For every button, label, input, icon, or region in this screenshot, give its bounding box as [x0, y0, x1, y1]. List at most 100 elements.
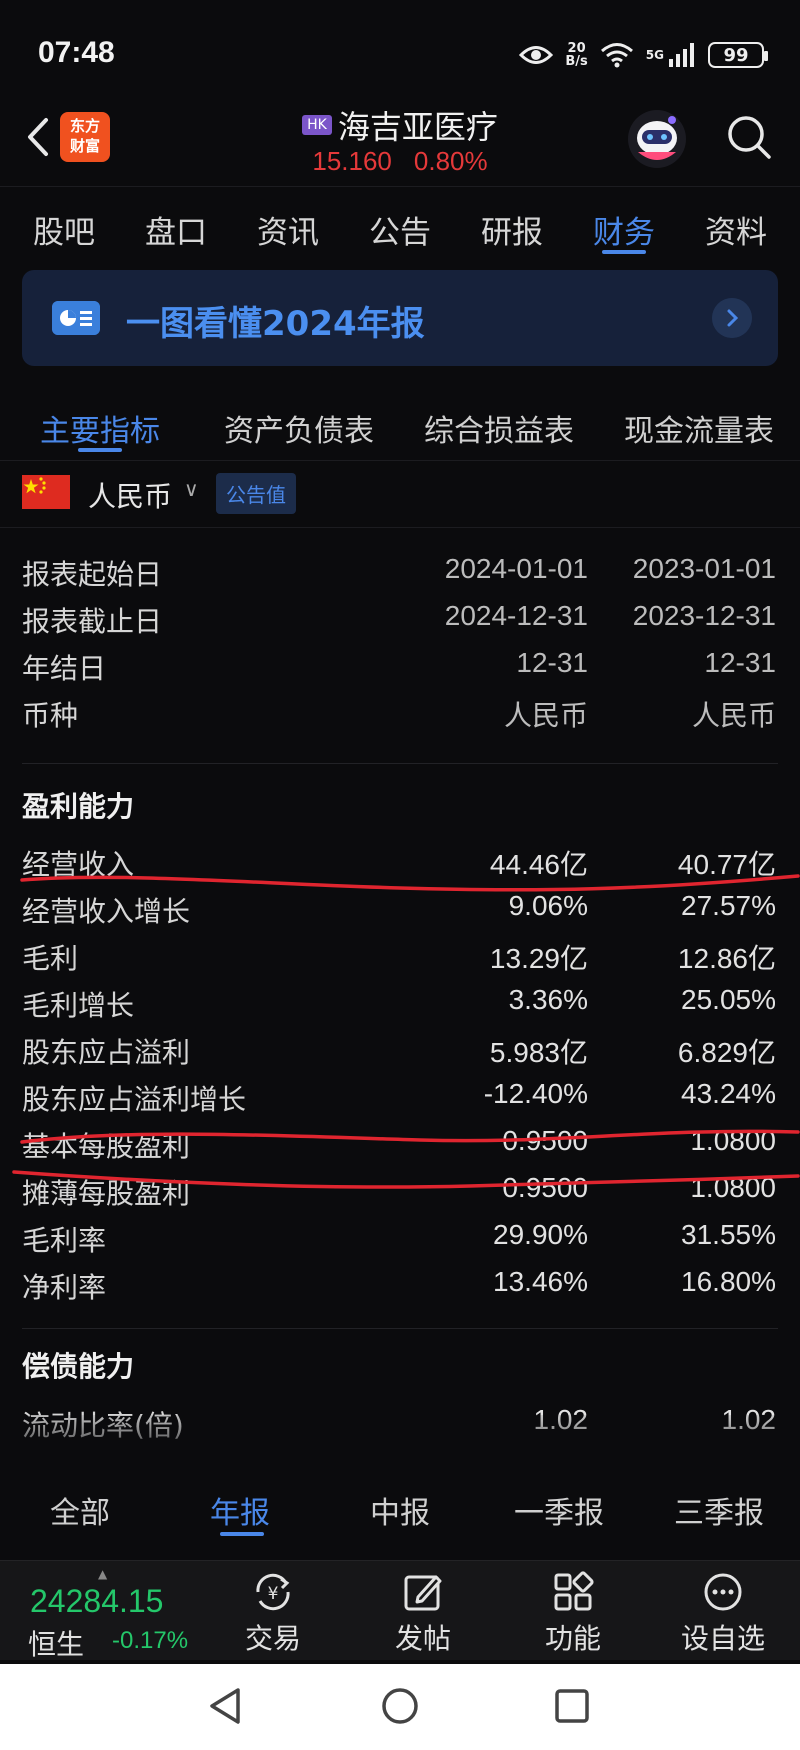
table-row: 毛利率 29.90% 31.55% — [0, 1211, 800, 1263]
grid-apps-icon — [554, 1571, 594, 1611]
row-label: 币种 — [22, 699, 79, 732]
bottom-toolbar: ▲ 24284.15 恒生 -0.17% ¥ 交易 发帖 功能 设自选 — [0, 1560, 800, 1661]
row-value-2023: 2023-12-31 — [632, 600, 776, 631]
row-value-2023: 人民币 — [691, 700, 776, 731]
more-dots-icon — [704, 1573, 742, 1611]
row-value-2024: 29.90% — [493, 1219, 588, 1250]
market-badge: HK — [302, 115, 332, 135]
eye-icon — [519, 46, 554, 64]
row-label: 股东应占溢利增长 — [22, 1083, 247, 1116]
row-label: 毛利增长 — [22, 989, 135, 1022]
trade-button[interactable]: ¥ 交易 — [218, 1571, 328, 1657]
row-label: 基本每股盈利 — [22, 1130, 191, 1163]
row-value-2023: 1.0800 — [690, 1172, 776, 1203]
tab-cash-flow[interactable]: 现金流量表 — [624, 406, 774, 450]
row-value-2023: 43.24% — [681, 1078, 776, 1109]
search-icon[interactable] — [724, 112, 774, 162]
table-row: 年结日 12-31 12-31 — [0, 639, 800, 691]
active-tab-indicator — [78, 448, 122, 452]
system-navigation-bar — [0, 1664, 800, 1750]
row-label: 年结日 — [22, 652, 107, 685]
row-label: 毛利 — [22, 942, 79, 975]
section-divider — [22, 1328, 778, 1329]
row-value-2024: 12-31 — [516, 647, 588, 678]
annual-report-banner[interactable]: 一图看懂2024年报 — [22, 270, 778, 366]
reported-value-badge[interactable]: 公告值 — [216, 473, 296, 514]
table-row: 净利率 13.46% 16.80% — [0, 1258, 800, 1310]
system-back-icon[interactable] — [206, 1686, 246, 1726]
tab-finance[interactable]: 财务 — [593, 187, 655, 264]
row-label: 报表起始日 — [22, 558, 163, 591]
row-label: 经营收入增长 — [22, 895, 191, 928]
row-value-2023: 12.86亿 — [677, 943, 776, 974]
tab-profile[interactable]: 资料 — [705, 187, 767, 264]
index-value: 24284.15 — [30, 1583, 164, 1619]
tab-research[interactable]: 研报 — [481, 187, 543, 264]
banner-text: 一图看懂2024年报 — [126, 304, 425, 344]
report-chart-icon — [52, 301, 100, 335]
financial-indicators-table: 报表起始日 2024-01-01 2023-01-01 报表截止日 2024-1… — [0, 545, 800, 1465]
tab-period-all[interactable]: 全部 — [50, 1488, 110, 1532]
chevron-right-icon — [712, 298, 752, 338]
table-row: 经营收入 44.46亿 40.77亿 — [0, 835, 800, 887]
tab-news[interactable]: 资讯 — [257, 187, 319, 264]
row-value-2023: 27.57% — [681, 890, 776, 921]
china-flag-icon — [22, 475, 70, 509]
row-value-2023: 12-31 — [704, 647, 776, 678]
table-row: 毛利增长 3.36% 25.05% — [0, 976, 800, 1028]
table-row: 股东应占溢利增长 -12.40% 43.24% — [0, 1070, 800, 1122]
section-title-profitability: 盈利能力 — [22, 790, 135, 823]
expand-caret-icon[interactable]: ▲ — [98, 1567, 107, 1581]
svg-text:¥: ¥ — [268, 1584, 279, 1604]
tab-period-annual[interactable]: 年报 — [210, 1488, 270, 1532]
system-home-icon[interactable] — [380, 1686, 420, 1726]
edit-post-icon — [404, 1575, 442, 1611]
table-row: 基本每股盈利 0.9500 1.0800 — [0, 1117, 800, 1169]
row-label: 净利率 — [22, 1271, 107, 1304]
post-button[interactable]: 发帖 — [368, 1571, 478, 1657]
chevron-down-icon[interactable]: ∨ — [184, 477, 199, 501]
statement-tabs: 主要指标 资产负债表 综合损益表 现金流量表 — [0, 398, 800, 458]
tab-period-interim[interactable]: 中报 — [370, 1488, 430, 1532]
row-label: 摊薄每股盈利 — [22, 1177, 191, 1210]
top-tabs: 股吧 盘口 资讯 公告 研报 财务 资料 — [0, 186, 800, 264]
scroll-fade — [0, 1415, 800, 1465]
currency-selector-row: 人民币 ∨ 公告值 — [0, 460, 800, 528]
table-row: 币种 人民币 人民币 — [0, 686, 800, 738]
tab-announcements[interactable]: 公告 — [369, 187, 431, 264]
trade-label: 交易 — [244, 1622, 301, 1655]
row-value-2023: 6.829亿 — [677, 1037, 776, 1068]
stock-change: 0.80% — [413, 146, 488, 176]
system-recents-icon[interactable] — [552, 1686, 592, 1726]
tab-income-statement[interactable]: 综合损益表 — [424, 406, 574, 450]
net-speed-unit: B/s — [565, 54, 588, 69]
functions-button[interactable]: 功能 — [518, 1571, 628, 1657]
stock-name: 海吉亚医疗 — [337, 108, 498, 146]
table-row: 摊薄每股盈利 0.9500 1.0800 — [0, 1164, 800, 1216]
yen-exchange-icon: ¥ — [256, 1573, 290, 1611]
table-row: 报表截止日 2024-12-31 2023-12-31 — [0, 592, 800, 644]
tab-balance-sheet[interactable]: 资产负债表 — [224, 406, 374, 450]
stock-header: 东方 财富 HK 海吉亚医疗 15.160 0.80% — [0, 100, 800, 186]
tab-guba[interactable]: 股吧 — [33, 187, 95, 264]
row-label: 经营收入 — [22, 848, 135, 881]
currency-dropdown[interactable]: 人民币 — [88, 475, 172, 515]
row-value-2024: 13.29亿 — [489, 943, 588, 974]
wifi-icon — [600, 43, 633, 68]
period-tabs: 全部 年报 中报 一季报 三季报 — [0, 1470, 800, 1544]
battery-level: 99 — [723, 44, 749, 66]
robot-assistant-icon[interactable] — [626, 108, 688, 170]
active-period-indicator — [220, 1532, 264, 1536]
post-label: 发帖 — [394, 1622, 451, 1655]
tab-period-q3[interactable]: 三季报 — [674, 1488, 764, 1532]
status-bar: 07:48 20 B/s 5G 99 — [0, 0, 800, 100]
add-watchlist-label: 设自选 — [680, 1622, 765, 1655]
row-value-2023: 1.0800 — [690, 1125, 776, 1156]
functions-label: 功能 — [544, 1622, 601, 1655]
row-value-2024: 9.06% — [508, 890, 588, 921]
tab-pankou[interactable]: 盘口 — [145, 187, 207, 264]
row-value-2023: 31.55% — [681, 1219, 776, 1250]
tab-period-q1[interactable]: 一季报 — [514, 1488, 604, 1532]
tab-key-indicators[interactable]: 主要指标 — [40, 406, 160, 450]
add-watchlist-button[interactable]: 设自选 — [668, 1571, 778, 1657]
